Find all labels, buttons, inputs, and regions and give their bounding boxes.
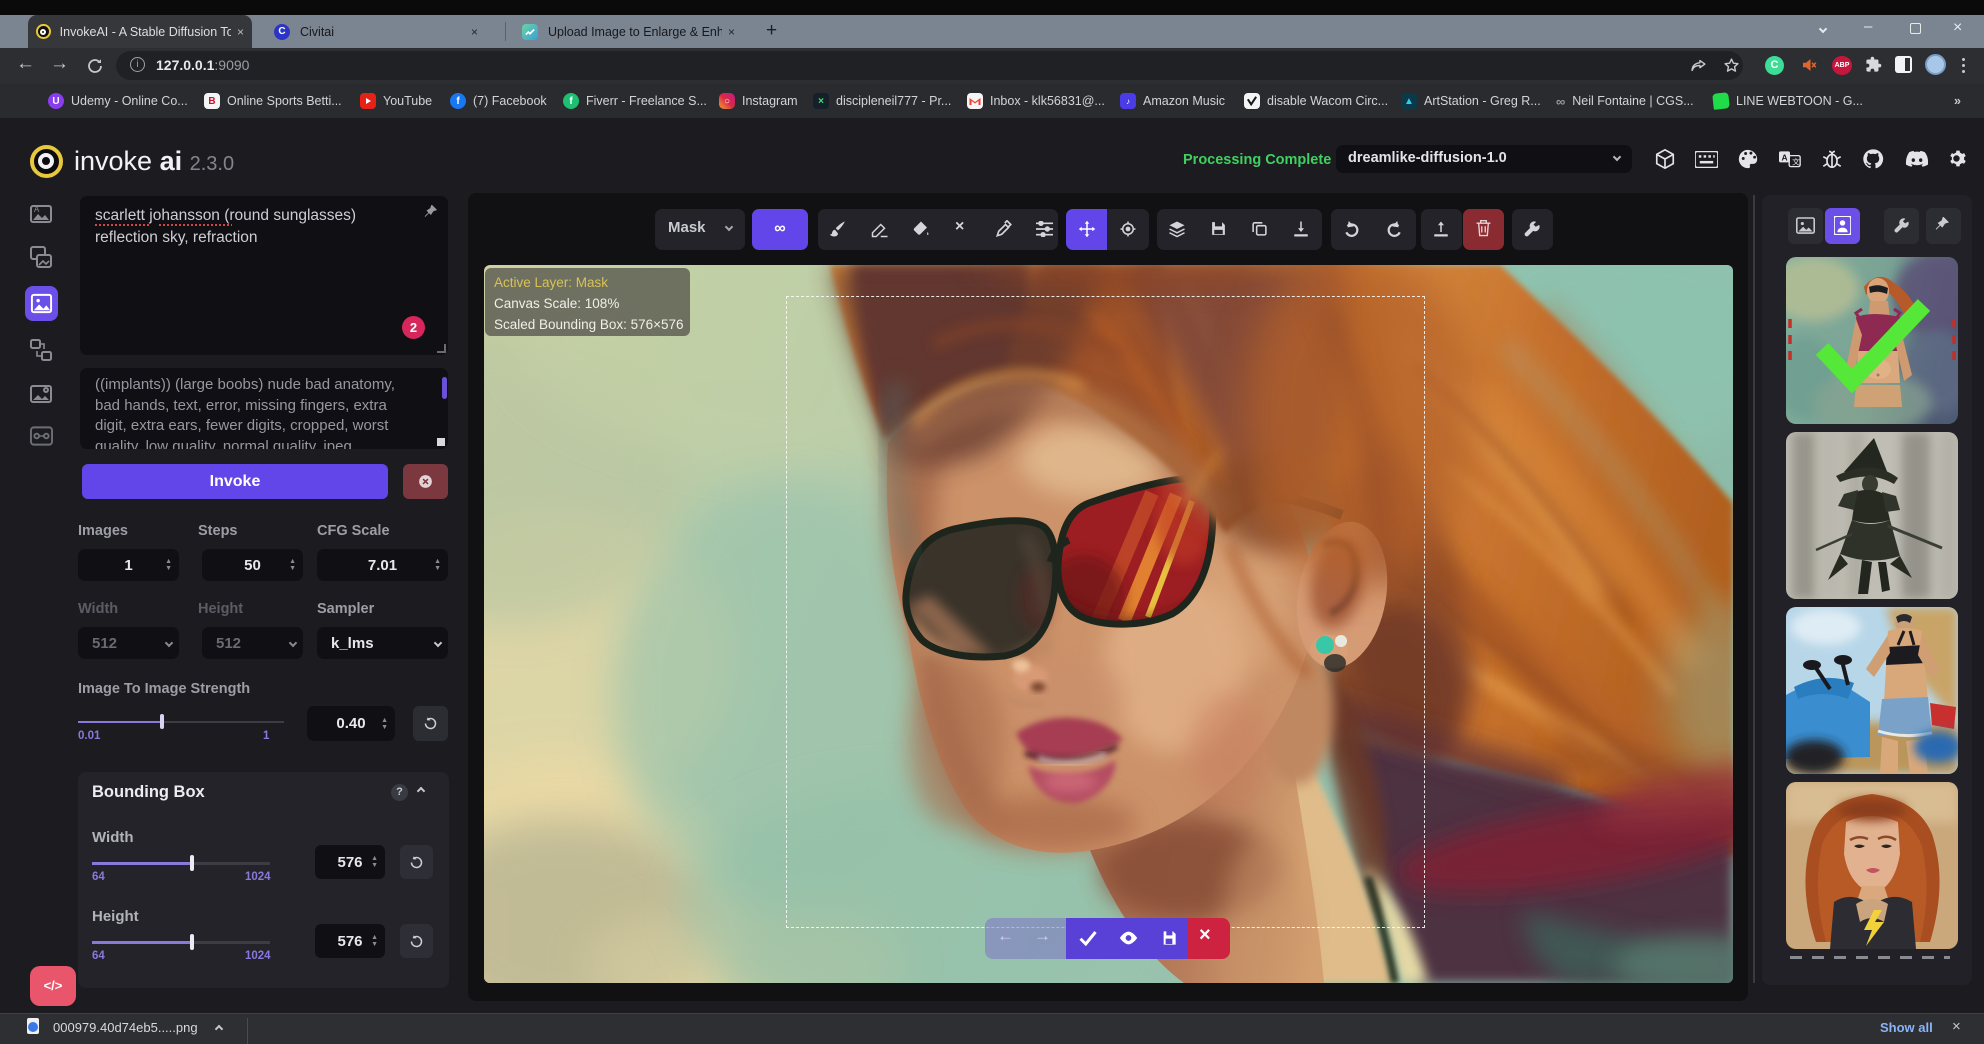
svg-text:A: A — [1782, 152, 1788, 162]
svg-text:文: 文 — [1792, 157, 1800, 167]
svg-text:A: A — [34, 205, 40, 214]
